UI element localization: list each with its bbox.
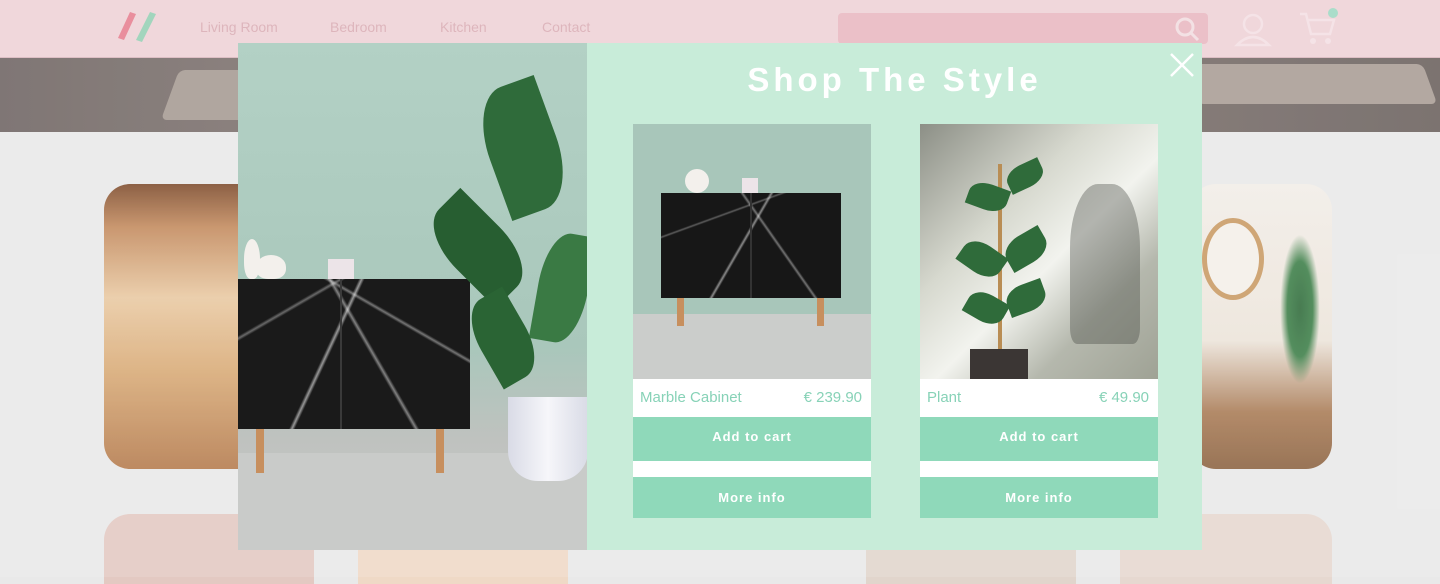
add-to-cart-button[interactable]: Add to cart: [633, 417, 871, 461]
modal-title: Shop The Style: [747, 61, 1042, 98]
box-decor: [328, 259, 354, 279]
plant-leaf: [467, 74, 579, 222]
product-info: Plant € 49.90: [920, 379, 1158, 417]
plant-leaf: [528, 229, 587, 347]
shop-the-style-modal: Shop The Style Marble Cabinet € 239.90 A…: [238, 43, 1202, 550]
button-spacer: [633, 461, 871, 477]
more-info-button[interactable]: More info: [633, 477, 871, 518]
photo-cabinet: [238, 279, 470, 429]
vase-decor: [256, 255, 286, 279]
product-image-plant[interactable]: [920, 124, 1158, 379]
product-name: Marble Cabinet: [640, 389, 742, 406]
more-info-button[interactable]: More info: [920, 477, 1158, 518]
photo-cabinet-split: [340, 279, 342, 429]
style-hero-photo: [238, 43, 587, 550]
product-price: € 239.90: [803, 389, 862, 406]
add-to-cart-button[interactable]: Add to cart: [920, 417, 1158, 461]
plant-pot: [508, 397, 587, 481]
close-icon[interactable]: [1168, 51, 1196, 79]
product-card-plant: Plant € 49.90 Add to cart More info: [920, 124, 1158, 518]
product-card-marble-cabinet: Marble Cabinet € 239.90 Add to cart More…: [633, 124, 871, 518]
product-price: € 49.90: [1098, 389, 1149, 406]
cabinet-leg: [256, 429, 264, 473]
cabinet-leg: [436, 429, 444, 473]
product-name: Plant: [927, 389, 962, 406]
product-info: Marble Cabinet € 239.90: [633, 379, 871, 417]
button-spacer: [920, 461, 1158, 477]
product-image-marble-cabinet[interactable]: [633, 124, 871, 379]
